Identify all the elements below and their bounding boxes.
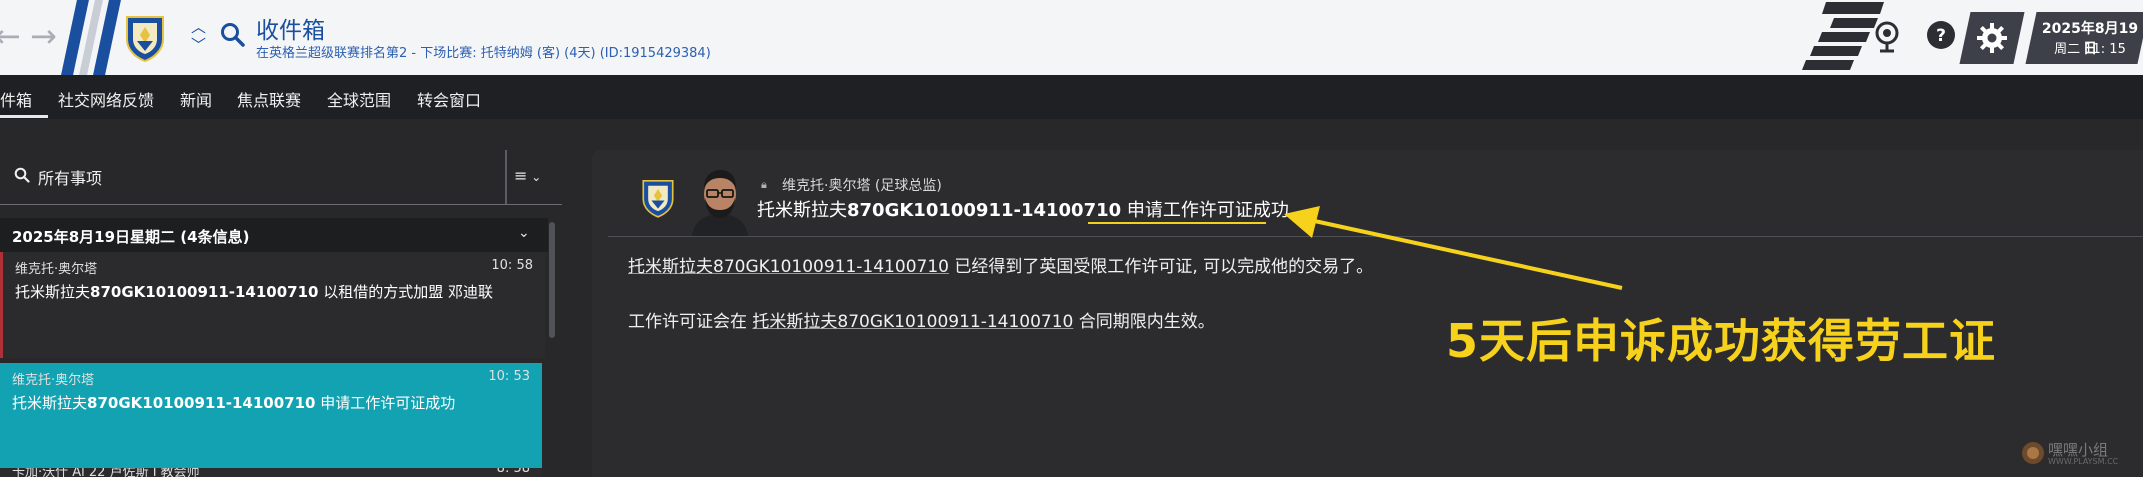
- player-link[interactable]: 托米斯拉夫870GK10100911-14100710: [752, 312, 1073, 332]
- filter-search-row[interactable]: 所有事项: [0, 150, 560, 204]
- search-icon[interactable]: [220, 22, 246, 48]
- page-title: 收件箱: [256, 18, 325, 44]
- filter-label[interactable]: 所有事项: [38, 165, 102, 189]
- player-link[interactable]: 托米斯拉夫870GK10100911-14100710: [628, 257, 949, 277]
- tab-news[interactable]: 新闻: [180, 87, 212, 111]
- chevron-down-icon[interactable]: ⌄: [518, 225, 530, 241]
- tab-inbox[interactable]: 件箱: [0, 87, 32, 111]
- message-time: 8: 58: [496, 468, 530, 476]
- message-sender: 维克托·奥尔塔: [12, 373, 95, 388]
- message-subject: 托米斯拉夫870GK10100911-14100710 申请工作许可证成功: [12, 394, 456, 412]
- svg-text:?: ?: [1936, 26, 1946, 46]
- divider: [505, 150, 507, 204]
- annotation-arrow: [1284, 206, 1623, 290]
- tab-social-feedback[interactable]: 社交网络反馈: [58, 87, 154, 111]
- back-arrow-icon[interactable]: ←: [0, 20, 21, 52]
- scrollbar[interactable]: [549, 222, 555, 338]
- filter-menu-button[interactable]: ≡ ⌄: [514, 166, 541, 185]
- divider: [0, 204, 562, 205]
- game-handle-icon[interactable]: [1870, 18, 1904, 54]
- message-body-paragraph: 托米斯拉夫870GK10100911-14100710 已经得到了英国受限工作许…: [628, 257, 1374, 277]
- title-bar: ← → ︿ ﹀ 收件箱 在英格兰超级联赛排名第2 - 下场比赛: 托特纳姆 (客…: [0, 0, 2143, 75]
- current-weekday-time: 周二 11: 15: [2054, 42, 2126, 57]
- message-time: 10: 53: [488, 369, 530, 384]
- list-item-selected[interactable]: 维克托·奥尔塔 10: 53 托米斯拉夫870GK10100911-141007…: [0, 363, 542, 468]
- club-crest-icon[interactable]: [123, 13, 167, 63]
- detail-subject: 托米斯拉夫870GK10100911-14100710 申请工作许可证成功: [757, 200, 1289, 221]
- list-item[interactable]: 维克托·奥尔塔 10: 58 托米斯拉夫870GK10100911-141007…: [0, 252, 545, 358]
- watermark-url: WWW.PLAYSM.CC: [2048, 457, 2119, 466]
- date-group-label: 2025年8月19日星期二 (4条信息): [12, 228, 250, 246]
- message-nav-arrows[interactable]: ︿ ﹀: [191, 18, 206, 54]
- help-icon[interactable]: ?: [1924, 18, 1958, 52]
- club-crest-icon: [642, 180, 674, 218]
- tab-worldwide[interactable]: 全球范围: [327, 87, 391, 111]
- tab-focus-leagues[interactable]: 焦点联赛: [237, 87, 301, 111]
- active-tab-indicator: [0, 115, 48, 118]
- gear-icon[interactable]: [1975, 21, 2009, 55]
- message-subject: 托米斯拉夫870GK10100911-14100710 以租借的方式加盟 邓迪联: [15, 283, 494, 301]
- chevron-up-icon[interactable]: ︿: [191, 18, 206, 36]
- list-menu-icon: ≡: [514, 166, 528, 185]
- watermark-logo-icon: [2022, 442, 2044, 464]
- chevron-down-icon[interactable]: ﹀: [191, 36, 206, 54]
- page-subtitle[interactable]: 在英格兰超级联赛排名第2 - 下场比赛: 托特纳姆 (客) (4天) (ID:1…: [256, 42, 711, 61]
- date-group-header[interactable]: 2025年8月19日星期二 (4条信息) ⌄: [0, 218, 548, 252]
- search-icon: [14, 167, 30, 183]
- sender-avatar[interactable]: [688, 164, 752, 236]
- message-time: 10: 58: [491, 258, 533, 273]
- lock-icon: 🔒︎: [761, 178, 767, 191]
- message-body-paragraph: 工作许可证会在 托米斯拉夫870GK10100911-14100710 合同期限…: [628, 312, 1215, 332]
- list-item[interactable]: 卡加·沃什 Al 22 卢佐斯 I 教会师 8: 58: [0, 468, 542, 477]
- annotation-text: 5天后申诉成功获得劳工证: [1446, 314, 1997, 368]
- forward-arrow-icon[interactable]: →: [30, 20, 57, 52]
- detail-sender[interactable]: 维克托·奥尔塔 (足球总监): [782, 175, 942, 195]
- message-sender: 卡加·沃什 Al 22 卢佐斯 I 教会师: [12, 468, 200, 477]
- annotation-underline: [1088, 222, 1266, 224]
- message-sender: 维克托·奥尔塔: [15, 262, 98, 277]
- inbox-tabs: 件箱 社交网络反馈 新闻 焦点联赛 全球范围 转会窗口: [0, 75, 2143, 119]
- tab-transfer-window[interactable]: 转会窗口: [417, 87, 481, 111]
- chevron-down-icon: ⌄: [527, 170, 542, 184]
